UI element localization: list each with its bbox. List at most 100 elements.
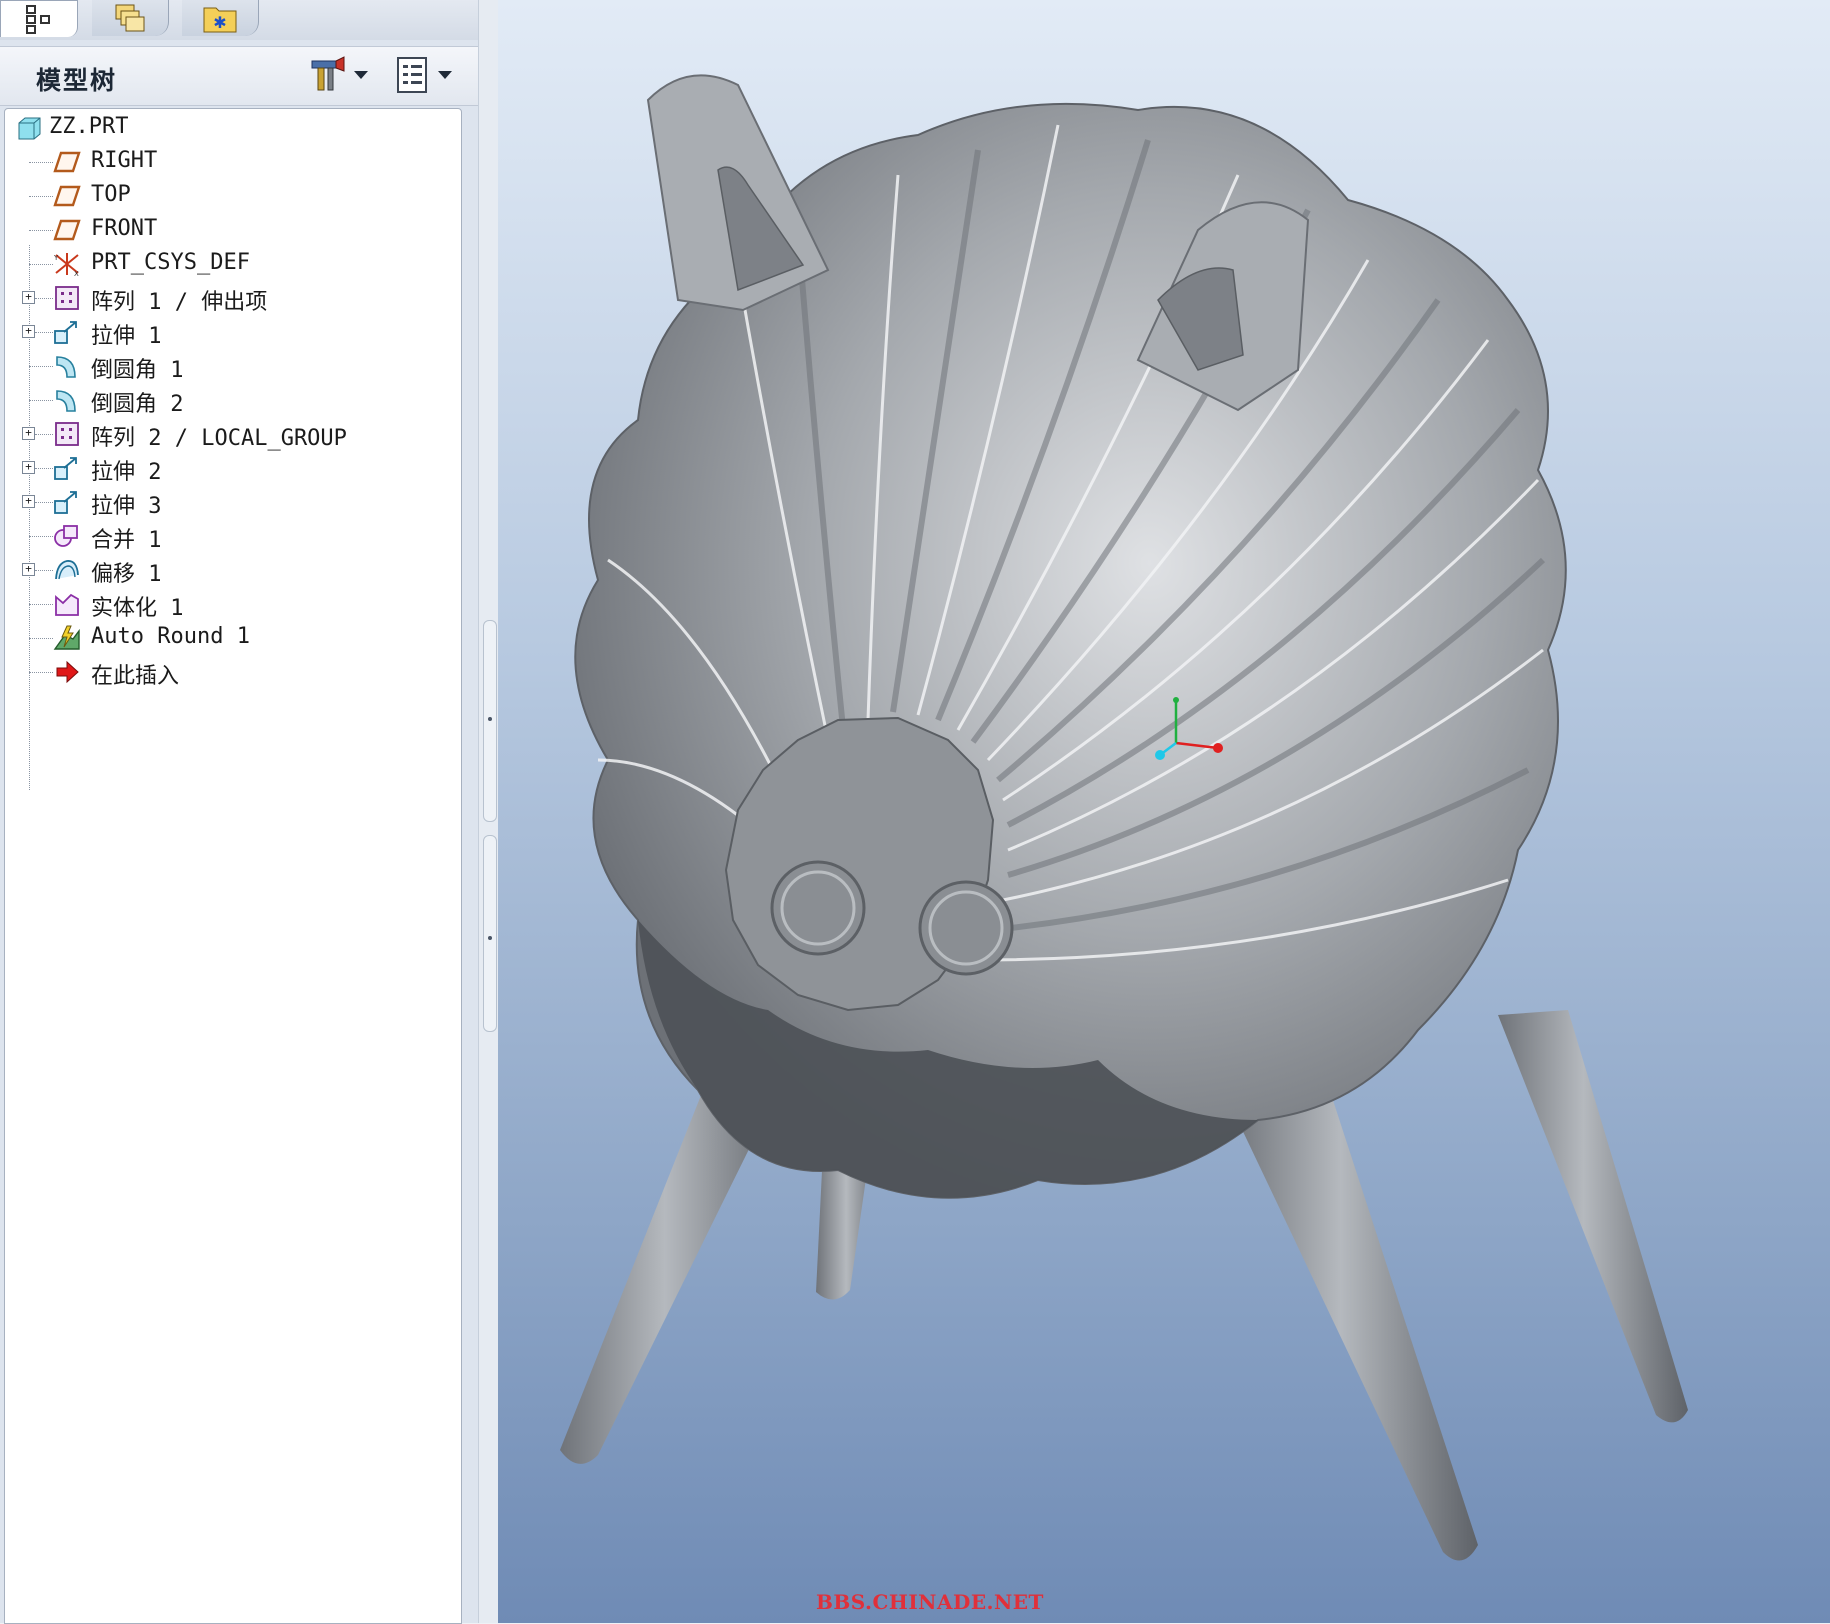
auto-round-icon	[53, 625, 80, 650]
tree-item-insert-here[interactable]: 在此插入	[5, 655, 461, 689]
grip-dot	[488, 717, 492, 721]
graphics-window[interactable]: BBS.CHINADE.NET	[498, 0, 1830, 1623]
tree-item-prt-csys-def[interactable]: Y X PRT_CSYS_DEF	[5, 247, 461, 281]
datum-plane-icon	[53, 219, 81, 241]
tree-settings-button[interactable]	[308, 55, 368, 95]
tree-show-button[interactable]	[394, 55, 452, 95]
grip-dot	[488, 936, 492, 940]
pattern-icon	[55, 286, 79, 310]
tree-connector	[29, 400, 53, 401]
tree-item-auto-round-1[interactable]: Auto Round 1	[5, 621, 461, 655]
tree-connector	[29, 366, 53, 367]
model-tree-title: 模型树	[36, 66, 118, 95]
tree-item-label: 倒圆角 2	[91, 392, 184, 417]
tree-root-item[interactable]: ZZ.PRT	[5, 111, 461, 145]
tree-item-label: 在此插入	[91, 664, 180, 689]
tree-item-label: 拉伸 3	[91, 494, 162, 519]
tree-item-solidify-1[interactable]: 实体化 1	[5, 587, 461, 621]
tree-item-label: 合并 1	[91, 528, 162, 553]
favorites-tab-icon: ✱	[203, 7, 237, 33]
tree-connector	[29, 638, 53, 639]
svg-text:X: X	[74, 270, 79, 277]
tree-item-right[interactable]: RIGHT	[5, 145, 461, 179]
offset-icon	[55, 560, 79, 580]
watermark-text: BBS.CHINADE.NET	[816, 1590, 1044, 1614]
tree-connector	[29, 604, 53, 605]
datum-plane-icon	[53, 151, 81, 173]
model-tree-header: 模型树	[0, 46, 486, 106]
tree-connector	[29, 536, 53, 537]
tree-connector	[35, 434, 53, 435]
tree-item-label: TOP	[91, 182, 131, 207]
chevron-down-icon	[438, 71, 452, 79]
tree-connector	[35, 468, 53, 469]
coordinate-system-icon: Y X	[53, 253, 79, 277]
model-tree-tab-icon	[26, 5, 50, 34]
round-icon	[56, 390, 76, 412]
tree-item-label: Auto Round 1	[91, 624, 250, 649]
tree-item-label: ZZ.PRT	[49, 114, 129, 139]
tree-item-label: RIGHT	[91, 148, 158, 173]
expand-plus-icon[interactable]: +	[22, 461, 35, 474]
tree-item-label: PRT_CSYS_DEF	[91, 250, 250, 275]
panel-splitter[interactable]	[478, 0, 499, 1623]
pattern-icon	[55, 422, 79, 446]
datum-plane-icon	[53, 185, 81, 207]
expand-plus-icon[interactable]: +	[22, 325, 35, 338]
chevron-down-icon	[354, 71, 368, 79]
tree-connector	[29, 162, 53, 163]
model-tree: ZZ.PRT RIGHT TOP FRONT Y X PRT_CSYS_DEF …	[4, 108, 462, 1624]
tree-item-pattern-2[interactable]: + 阵列 2 / LOCAL_GROUP	[5, 417, 461, 451]
tree-item-round-1[interactable]: 倒圆角 1	[5, 349, 461, 383]
expand-plus-icon[interactable]: +	[22, 427, 35, 440]
extrude-icon	[54, 457, 77, 480]
tree-connector	[29, 230, 53, 231]
svg-text:Y: Y	[53, 254, 59, 262]
tree-connector	[35, 570, 53, 571]
extrude-icon	[54, 491, 77, 514]
tree-item-label: 阵列 1 / 伸出项	[91, 290, 268, 315]
tree-item-label: FRONT	[91, 216, 158, 241]
tree-item-round-2[interactable]: 倒圆角 2	[5, 383, 461, 417]
expand-plus-icon[interactable]: +	[22, 291, 35, 304]
leg-right-front	[1228, 1085, 1478, 1561]
tree-connector	[35, 332, 53, 333]
tree-connector	[29, 264, 53, 265]
tab-model-tree[interactable]	[0, 0, 78, 37]
svg-text:✱: ✱	[213, 13, 226, 32]
tab-folder-browser[interactable]	[92, 0, 169, 36]
tree-item-label: 实体化 1	[91, 596, 184, 621]
sash-grip[interactable]	[483, 835, 497, 1032]
tree-item-label: 倒圆角 1	[91, 358, 184, 383]
tree-item-offset-1[interactable]: + 偏移 1	[5, 553, 461, 587]
tree-item-pattern-1[interactable]: + 阵列 1 / 伸出项	[5, 281, 461, 315]
part-icon	[18, 117, 41, 140]
tree-item-merge-1[interactable]: 合并 1	[5, 519, 461, 553]
tree-item-label: 拉伸 1	[91, 324, 162, 349]
tree-item-top[interactable]: TOP	[5, 179, 461, 213]
solidify-icon	[55, 593, 79, 616]
tree-connector	[35, 298, 53, 299]
tree-connector	[29, 196, 53, 197]
tree-item-label: 阵列 2 / LOCAL_GROUP	[91, 426, 347, 451]
expand-plus-icon[interactable]: +	[22, 563, 35, 576]
tree-connector	[29, 672, 53, 673]
tab-favorites[interactable]: ✱	[182, 0, 259, 36]
tree-item-extrude-2[interactable]: + 拉伸 2	[5, 451, 461, 485]
tree-item-front[interactable]: FRONT	[5, 213, 461, 247]
extrude-icon	[54, 321, 77, 344]
tree-item-extrude-3[interactable]: + 拉伸 3	[5, 485, 461, 519]
expand-plus-icon[interactable]: +	[22, 495, 35, 508]
tree-item-extrude-1[interactable]: + 拉伸 1	[5, 315, 461, 349]
model-tree-panel: ✱ 模型树 ZZ.PRT RIGHT TOP FRONT Y X PRT_CSY…	[0, 0, 499, 1624]
tree-item-label: 偏移 1	[91, 562, 162, 587]
merge-icon	[54, 525, 78, 547]
sash-grip[interactable]	[483, 620, 497, 822]
show-list-icon	[397, 57, 427, 93]
folder-browser-tab-icon	[115, 4, 145, 32]
navigator-tab-strip: ✱	[0, 0, 498, 40]
tree-connector	[35, 502, 53, 503]
tree-item-label: 拉伸 2	[91, 460, 162, 485]
part-model-render[interactable]	[498, 0, 1830, 1623]
insert-here-arrow-icon	[56, 660, 79, 684]
